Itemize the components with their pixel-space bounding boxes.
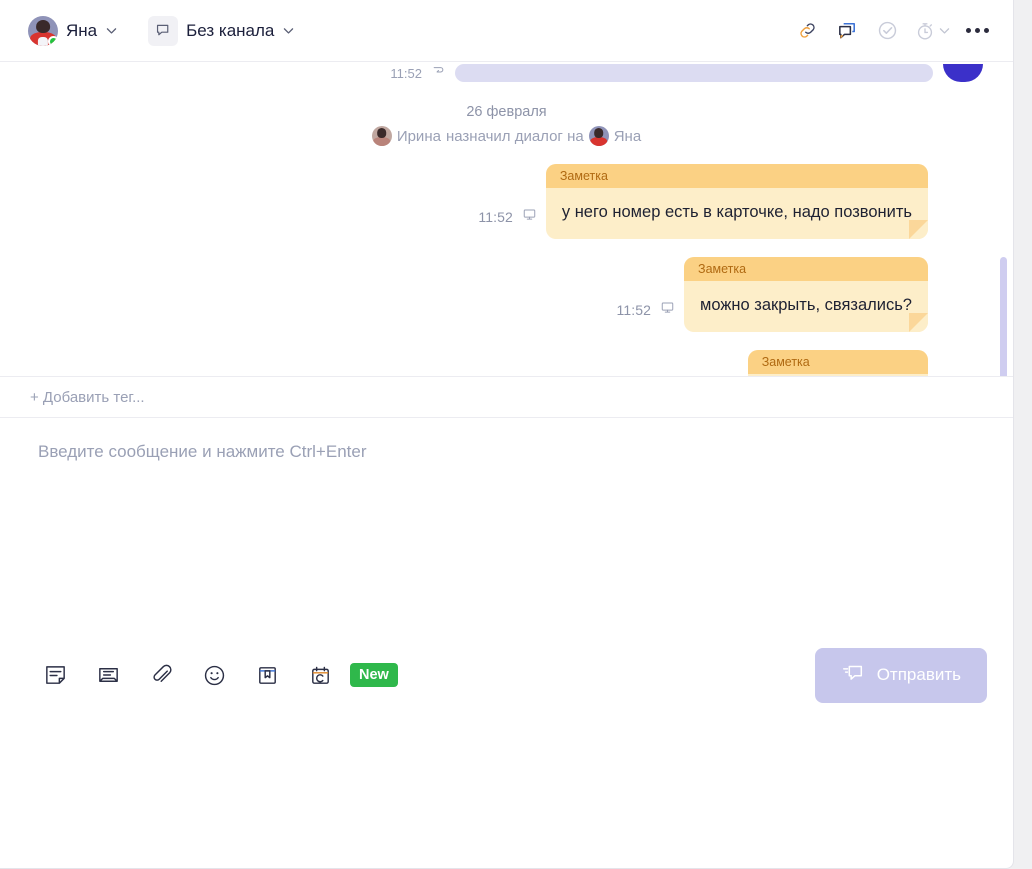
chevron-down-icon (282, 24, 295, 37)
assignee-name: Яна (66, 20, 98, 40)
system-target: Яна (613, 127, 642, 145)
message-label: Заметка (545, 164, 928, 188)
stopwatch-icon[interactable] (907, 11, 957, 51)
link-icon[interactable] (787, 11, 827, 51)
more-icon[interactable] (957, 11, 997, 51)
chat-icon[interactable] (827, 11, 867, 51)
send-button-label: Отправить (876, 665, 961, 684)
message-scrollbar[interactable] (1000, 257, 1007, 376)
message-text: Яна!!! что с ним??? (748, 374, 928, 376)
tag-row: + Добавить тег... (0, 376, 1013, 418)
calendar-icon[interactable] (303, 658, 337, 692)
note-fold-corner (909, 313, 928, 332)
attach-icon[interactable] (144, 658, 178, 692)
channel-name: Без канала (186, 20, 275, 40)
check-circle-icon[interactable] (867, 11, 907, 51)
avatar (28, 15, 58, 46)
emoji-icon[interactable] (197, 658, 231, 692)
message-input-placeholder: Введите сообщение и нажмите Ctrl+Enter (38, 442, 367, 461)
message-time: 11:52 (390, 66, 422, 81)
message-row: 11:53 Заметка Яна!!! что с ним??? (30, 350, 983, 376)
chevron-down-icon (938, 24, 951, 37)
template-icon[interactable] (91, 658, 125, 692)
chat-bubble-icon (148, 15, 179, 46)
message-bubble[interactable]: Заметка Яна!!! что с ним??? (747, 350, 928, 376)
system-actor: Ирина (396, 127, 441, 145)
chevron-down-icon (105, 24, 118, 37)
date-separator: 26 февраля (466, 104, 547, 120)
monitor-icon (660, 300, 675, 320)
note-icon[interactable] (38, 658, 72, 692)
chat-header: Яна Без канала (0, 0, 1013, 62)
send-chat-icon (841, 661, 865, 690)
avatar (588, 126, 609, 146)
knowledge-base-icon[interactable] (250, 658, 284, 692)
reply-icon (432, 64, 445, 82)
message-label: Заметка (684, 257, 928, 281)
message-text: можно закрыть, связались? (700, 296, 912, 314)
add-tag-button[interactable]: + Добавить тег... (30, 389, 145, 406)
system-text: назначил диалог на (445, 127, 584, 145)
online-status-dot (48, 35, 58, 46)
message-bubble (455, 64, 933, 82)
message-label: Заметка (747, 350, 928, 374)
assignee-selector[interactable]: Яна (22, 12, 124, 50)
message-input[interactable]: Введите сообщение и нажмите Ctrl+Enter (0, 418, 1013, 522)
message-row: 11:52 Заметка у него номер есть в карточ… (30, 164, 983, 239)
monitor-icon (522, 207, 537, 227)
previous-message-cutoff: 11:52 (30, 62, 983, 82)
message-time: 11:52 (616, 302, 652, 318)
channel-selector[interactable]: Без канала (142, 12, 301, 50)
avatar (943, 64, 983, 82)
message-time: 11:52 (478, 209, 513, 225)
new-badge[interactable]: New (350, 663, 398, 687)
message-bubble[interactable]: Заметка у него номер есть в карточке, на… (545, 164, 928, 239)
message-text: у него номер есть в карточке, надо позво… (561, 203, 912, 221)
system-event: Ирина назначил диалог на Яна (30, 126, 983, 146)
message-row: 11:52 Заметка можно закрыть, связались? (30, 257, 983, 332)
note-fold-corner (909, 220, 928, 239)
composer-toolbar: New Отправить (0, 522, 1013, 868)
message-bubble[interactable]: Заметка можно закрыть, связались? (684, 257, 928, 332)
send-button[interactable]: Отправить (814, 647, 987, 703)
avatar (371, 126, 392, 146)
chat-window: Яна Без канала 11:52 26 февраля Ирина на… (0, 0, 1014, 869)
message-list: 11:52 26 февраля Ирина назначил диалог н… (0, 62, 1013, 376)
